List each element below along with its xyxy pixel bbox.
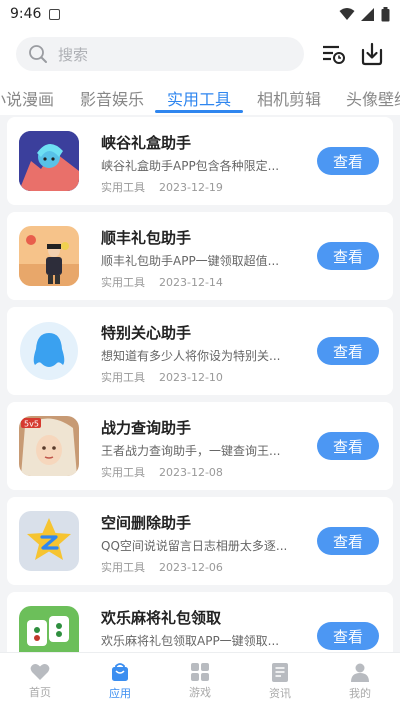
list-item[interactable]: 峡谷礼盒助手 峡谷礼盒助手APP包含各种限定... 实用工具 2023-12-19…: [7, 117, 393, 205]
nav-news[interactable]: 资讯: [240, 653, 320, 710]
search-icon: [29, 45, 47, 63]
search-input[interactable]: 搜索: [16, 37, 304, 71]
app-description: 想知道有多少人将你设为特别关...: [101, 349, 281, 363]
app-description: 顺丰礼包助手APP一键领取超值...: [101, 254, 280, 268]
nav-profile[interactable]: 我的: [320, 653, 400, 710]
app-meta: 实用工具 2023-12-06: [101, 559, 223, 575]
app-name: 峡谷礼盒助手: [101, 134, 192, 152]
penguin-icon: [19, 321, 79, 381]
game-character-icon: [19, 131, 79, 191]
app-meta: 实用工具 2023-12-10: [101, 369, 223, 385]
list-item[interactable]: 特别关心助手 想知道有多少人将你设为特别关... 实用工具 2023-12-10 …: [7, 307, 393, 395]
app-name: 欢乐麻将礼包领取: [101, 609, 222, 627]
app-name: 战力查询助手: [101, 419, 192, 437]
hero-portrait-icon: 5v5: [19, 416, 79, 476]
app-description: 峡谷礼盒助手APP包含各种限定...: [101, 159, 280, 173]
svg-text:5v5: 5v5: [24, 420, 39, 429]
app-category: 实用工具: [101, 561, 145, 574]
nav-apps[interactable]: 应用: [80, 653, 160, 710]
tab-novels-comics[interactable]: 小说漫画: [0, 86, 54, 110]
app-meta: 实用工具 2023-12-14: [101, 274, 223, 290]
status-indicators: [339, 6, 390, 22]
download-icon[interactable]: [360, 42, 384, 66]
grid-icon: [191, 663, 209, 681]
app-name: 特别关心助手: [101, 324, 192, 342]
top-actions: [322, 42, 384, 66]
nav-games[interactable]: 游戏: [160, 653, 240, 710]
nav-label: 应用: [109, 687, 131, 700]
app-date: 2023-12-08: [159, 466, 223, 479]
app-category: 实用工具: [101, 181, 145, 194]
app-category: 实用工具: [101, 466, 145, 479]
list-item[interactable]: 5v5 战力查询助手 王者战力查询助手，一键查询王... 实用工具 2023-12…: [7, 402, 393, 490]
document-icon: [272, 662, 288, 682]
category-tabs: 小说漫画 影音娱乐 实用工具 相机剪辑 头像壁纸: [0, 80, 400, 115]
view-button[interactable]: 查看: [317, 432, 379, 460]
nav-label: 我的: [349, 686, 371, 700]
nav-home[interactable]: 首页: [0, 653, 80, 710]
wifi-icon: [339, 7, 355, 20]
tab-utilities[interactable]: 实用工具: [167, 86, 231, 110]
search-placeholder: 搜索: [58, 45, 89, 64]
bottom-nav: 首页 应用 游戏 资讯 我的: [0, 652, 400, 710]
app-date: 2023-12-06: [159, 561, 223, 574]
history-list-icon[interactable]: [322, 43, 346, 65]
bag-icon: [112, 663, 128, 681]
app-meta: 实用工具 2023-12-08: [101, 464, 223, 480]
app-category: 实用工具: [101, 276, 145, 289]
app-description: 王者战力查询助手，一键查询王...: [101, 444, 281, 458]
courier-person-icon: [19, 226, 79, 286]
app-description: QQ空间说说留言日志相册太多逐...: [101, 539, 288, 553]
app-description: 欢乐麻将礼包领取APP一键领取...: [101, 634, 280, 648]
signal-icon: [361, 7, 374, 21]
view-button[interactable]: 查看: [317, 622, 379, 650]
view-button[interactable]: 查看: [317, 147, 379, 175]
app-name: 顺丰礼包助手: [101, 229, 192, 247]
tab-camera-editing[interactable]: 相机剪辑: [257, 86, 321, 110]
view-button[interactable]: 查看: [317, 242, 379, 270]
person-icon: [351, 663, 369, 682]
app-date: 2023-12-14: [159, 276, 223, 289]
app-name: 空间删除助手: [101, 514, 192, 532]
list-item[interactable]: 空间删除助手 QQ空间说说留言日志相册太多逐... 实用工具 2023-12-06…: [7, 497, 393, 585]
nav-label: 资讯: [269, 686, 291, 700]
app-date: 2023-12-10: [159, 371, 223, 384]
notification-icon: [49, 8, 61, 20]
app-meta: 实用工具 2023-12-19: [101, 179, 223, 195]
tab-video-entertainment[interactable]: 影音娱乐: [80, 86, 144, 110]
battery-icon: [381, 6, 390, 21]
nav-label: 游戏: [189, 686, 211, 699]
status-bar: 9:46: [0, 0, 400, 28]
app-category: 实用工具: [101, 371, 145, 384]
view-button[interactable]: 查看: [317, 337, 379, 365]
view-button[interactable]: 查看: [317, 527, 379, 555]
star-z-icon: [19, 511, 79, 571]
heart-icon: [30, 664, 50, 680]
tab-avatar-wallpaper[interactable]: 头像壁纸: [346, 86, 400, 110]
active-tab-indicator: [155, 110, 243, 113]
list-item[interactable]: 顺丰礼包助手 顺丰礼包助手APP一键领取超值... 实用工具 2023-12-14…: [7, 212, 393, 300]
search-row: 搜索: [0, 28, 400, 80]
nav-label: 首页: [29, 686, 51, 699]
status-time: 9:46: [10, 6, 42, 22]
app-date: 2023-12-19: [159, 181, 223, 194]
